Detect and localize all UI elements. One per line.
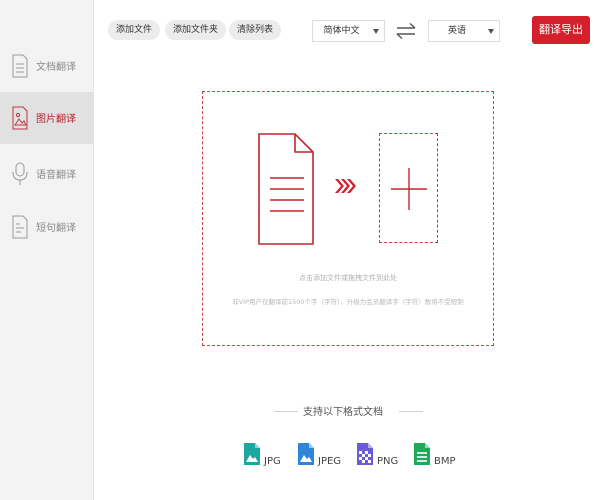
supported-formats-heading: 支持以下格式文档 <box>274 403 424 419</box>
chevron-down-icon <box>373 29 379 34</box>
add-folder-button[interactable]: 添加文件夹 <box>165 20 227 40</box>
sidebar-item-label: 语音翻译 <box>36 170 76 181</box>
document-icon <box>10 53 30 79</box>
triple-arrow-right-icon <box>335 178 357 194</box>
jpg-file-icon <box>244 443 260 465</box>
sidebar-item-voice-translation[interactable]: 语音翻译 <box>0 148 94 200</box>
sidebar-item-document-translation[interactable]: 文档翻译 <box>0 40 94 92</box>
add-file-button[interactable]: 添加文件 <box>108 20 161 40</box>
format-label: BMP <box>434 456 456 467</box>
document-icon <box>257 132 315 246</box>
translate-export-button[interactable]: 翻译导出 <box>532 16 590 44</box>
sidebar: 文档翻译 图片翻译 语音翻译 短句翻译 <box>0 0 94 500</box>
sidebar-item-label: 文档翻译 <box>36 62 76 73</box>
sidebar-item-short-sentence-translation[interactable]: 短句翻译 <box>0 201 94 253</box>
vip-limit-notice: 非VIP用户仅翻译前1500个字（字符），升级为会员翻译字（字符）数将不受限制 <box>232 298 464 306</box>
divider <box>399 411 423 412</box>
source-language-value: 简体中文 <box>323 26 360 36</box>
image-icon <box>10 105 30 131</box>
chevron-down-icon <box>488 29 494 34</box>
sidebar-item-label: 图片翻译 <box>36 114 76 125</box>
source-language-select[interactable]: 简体中文 <box>312 20 385 42</box>
target-language-select[interactable]: 英语 <box>428 20 500 42</box>
png-file-icon <box>357 443 373 465</box>
sidebar-item-image-translation[interactable]: 图片翻译 <box>0 92 94 144</box>
supported-formats-label: 支持以下格式文档 <box>303 407 383 418</box>
add-file-target[interactable] <box>379 133 438 243</box>
divider <box>274 411 298 412</box>
swap-arrows-icon[interactable] <box>394 20 418 42</box>
format-label: JPEG <box>318 456 342 467</box>
microphone-icon <box>10 161 30 187</box>
sidebar-item-label: 短句翻译 <box>36 223 76 234</box>
file-drop-zone[interactable]: 点击添加文件或拖拽文件到此处 非VIP用户仅翻译前1500个字（字符），升级为会… <box>202 91 494 346</box>
jpeg-file-icon <box>298 443 314 465</box>
bmp-file-icon <box>414 443 430 465</box>
clear-list-button[interactable]: 清除列表 <box>229 20 282 40</box>
plus-icon <box>391 168 427 210</box>
short-text-icon <box>10 214 30 240</box>
drop-hint-primary: 点击添加文件或拖拽文件到此处 <box>299 274 397 282</box>
target-language-value: 英语 <box>447 26 466 36</box>
format-label: JPG <box>264 456 281 467</box>
format-label: PNG <box>377 456 399 467</box>
app-window: 文档翻译 图片翻译 语音翻译 短句翻译 添加文件 添加文件夹 清除列表 简体中文… <box>0 0 600 500</box>
